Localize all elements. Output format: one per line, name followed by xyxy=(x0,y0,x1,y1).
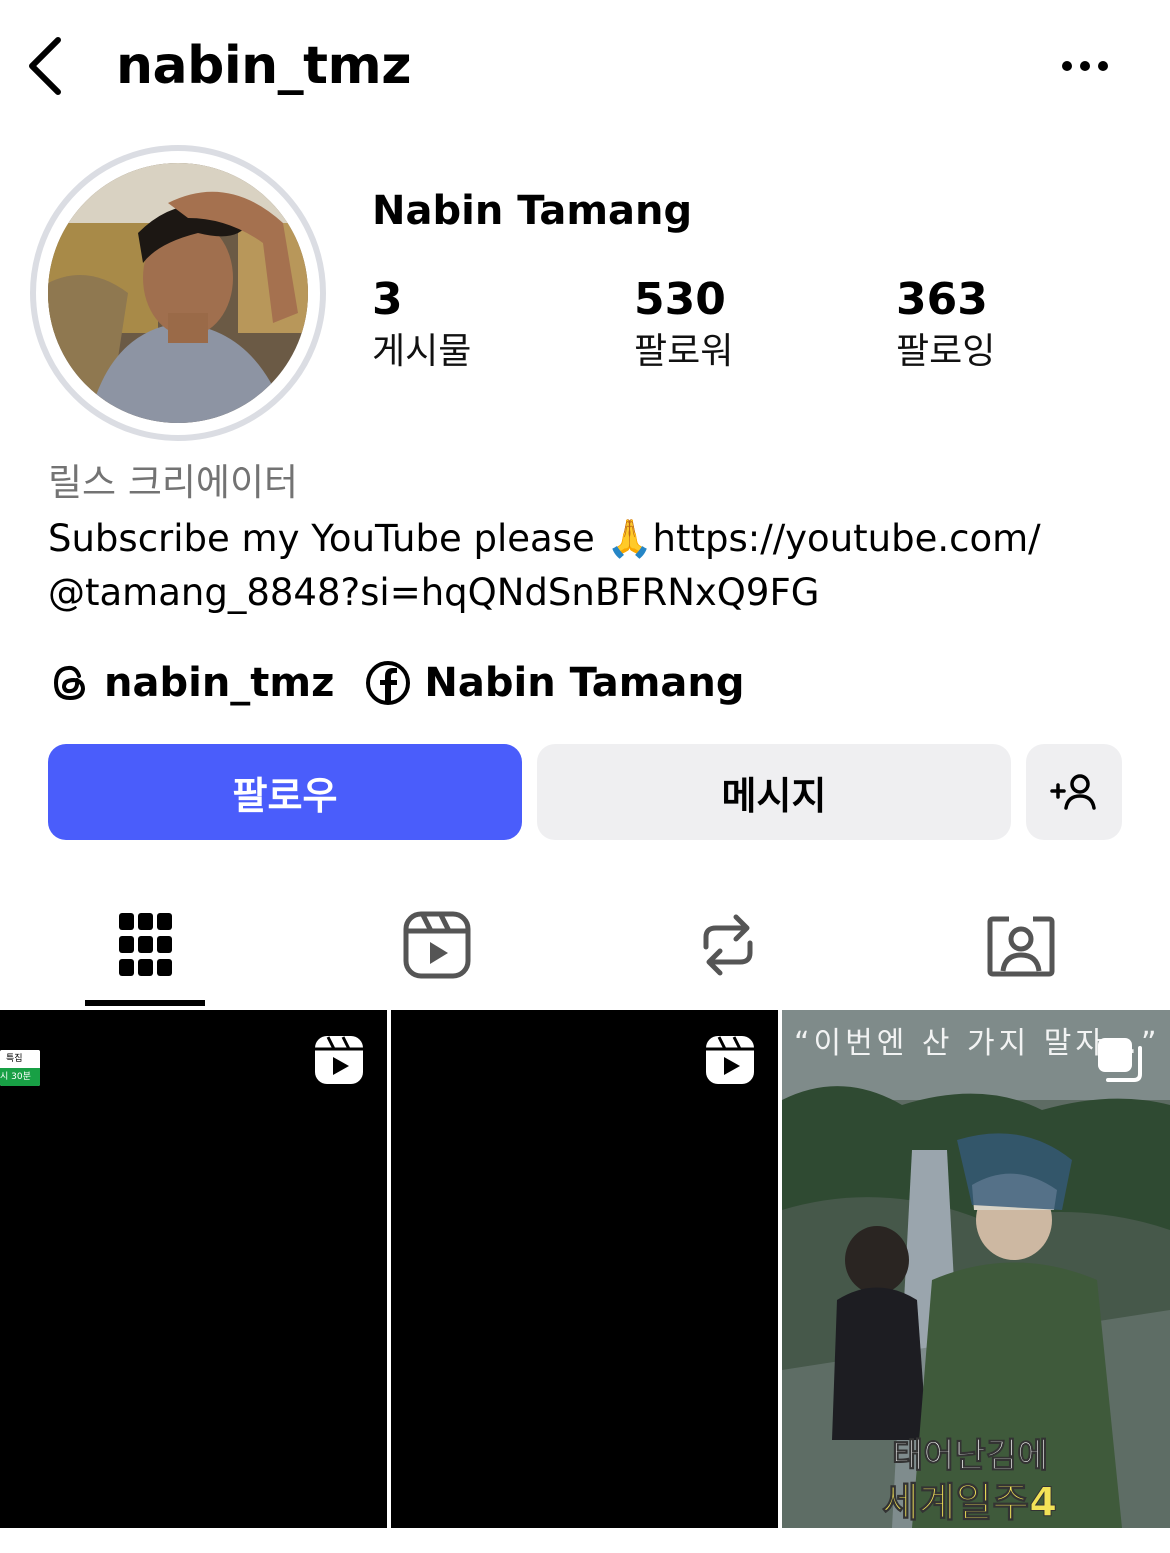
back-button[interactable] xyxy=(20,30,80,100)
suggested-users-button[interactable] xyxy=(1026,744,1122,840)
tab-reposts[interactable] xyxy=(683,900,773,990)
threads-icon xyxy=(53,665,86,701)
tv-badge-line2: 시 30분 xyxy=(0,1068,40,1086)
avatar[interactable] xyxy=(48,163,308,423)
grid-icon xyxy=(119,913,172,976)
bio-line[interactable]: Subscribe my YouTube please 🙏https://you… xyxy=(48,512,1138,566)
tab-tagged[interactable] xyxy=(976,900,1066,990)
tagged-person-icon xyxy=(987,916,1055,977)
profile-links: nabin_tmz Nabin Tamang xyxy=(48,655,775,711)
posts-stat[interactable]: 3 게시물 xyxy=(372,272,471,376)
active-tab-indicator xyxy=(85,1000,205,1006)
tab-reels[interactable] xyxy=(392,900,482,990)
facebook-link-label: Nabin Tamang xyxy=(424,660,745,706)
reels-badge-icon xyxy=(315,1036,363,1084)
top-bar: nabin_tmz xyxy=(0,0,1170,135)
facebook-icon xyxy=(366,661,411,705)
threads-link[interactable]: nabin_tmz xyxy=(48,655,334,711)
display-name: Nabin Tamang xyxy=(372,188,693,234)
bio: Subscribe my YouTube please 🙏https://you… xyxy=(48,512,1138,620)
followers-count: 530 xyxy=(634,274,726,325)
page-title: nabin_tmz xyxy=(116,36,411,96)
facebook-link[interactable]: Nabin Tamang xyxy=(364,655,745,711)
follow-button[interactable]: 팔로우 xyxy=(48,744,522,840)
more-options-button[interactable] xyxy=(1052,44,1118,88)
bio-line[interactable]: @tamang_8848?si=hqQNdSnBFRNxQ9FG xyxy=(48,566,1138,620)
profile-tabs xyxy=(0,880,1170,1008)
reels-badge-icon xyxy=(706,1036,754,1084)
following-stat[interactable]: 363 팔로잉 xyxy=(896,272,995,376)
profile-photo xyxy=(48,163,308,423)
post-thumbnail-carousel[interactable]: “이번엔 산 가지 말자…” 태어난김에 세계일주4 xyxy=(782,1010,1170,1528)
threads-link-label: nabin_tmz xyxy=(104,660,335,706)
posts-label: 게시물 xyxy=(372,331,472,372)
carousel-icon xyxy=(1098,1038,1142,1082)
profile-category: 릴스 크리에이터 xyxy=(48,461,299,504)
ellipsis-icon xyxy=(1062,61,1108,71)
posts-grid: 특집 시 30분 “이번엔 산 가지 말자…” 태어난김에 세계일주4 xyxy=(0,1010,1170,1553)
following-label: 팔로잉 xyxy=(896,331,996,372)
post-thumbnail-reel[interactable]: 특집 시 30분 xyxy=(0,1010,387,1528)
reels-icon xyxy=(403,911,471,979)
add-person-icon xyxy=(1050,774,1096,810)
following-count: 363 xyxy=(896,274,988,325)
tv-badge-line1: 특집 xyxy=(0,1050,40,1068)
post-title-line2: 세계일주4 xyxy=(881,1480,1058,1527)
chevron-left-icon xyxy=(29,37,61,95)
message-button[interactable]: 메시지 xyxy=(537,744,1011,840)
post-thumbnail-reel[interactable] xyxy=(391,1010,778,1528)
posts-count: 3 xyxy=(372,274,403,325)
tab-posts-grid[interactable] xyxy=(101,900,191,990)
tv-badge: 특집 시 30분 xyxy=(0,1050,40,1086)
followers-stat[interactable]: 530 팔로워 xyxy=(634,272,733,376)
repost-icon xyxy=(703,914,753,976)
followers-label: 팔로워 xyxy=(634,331,734,372)
